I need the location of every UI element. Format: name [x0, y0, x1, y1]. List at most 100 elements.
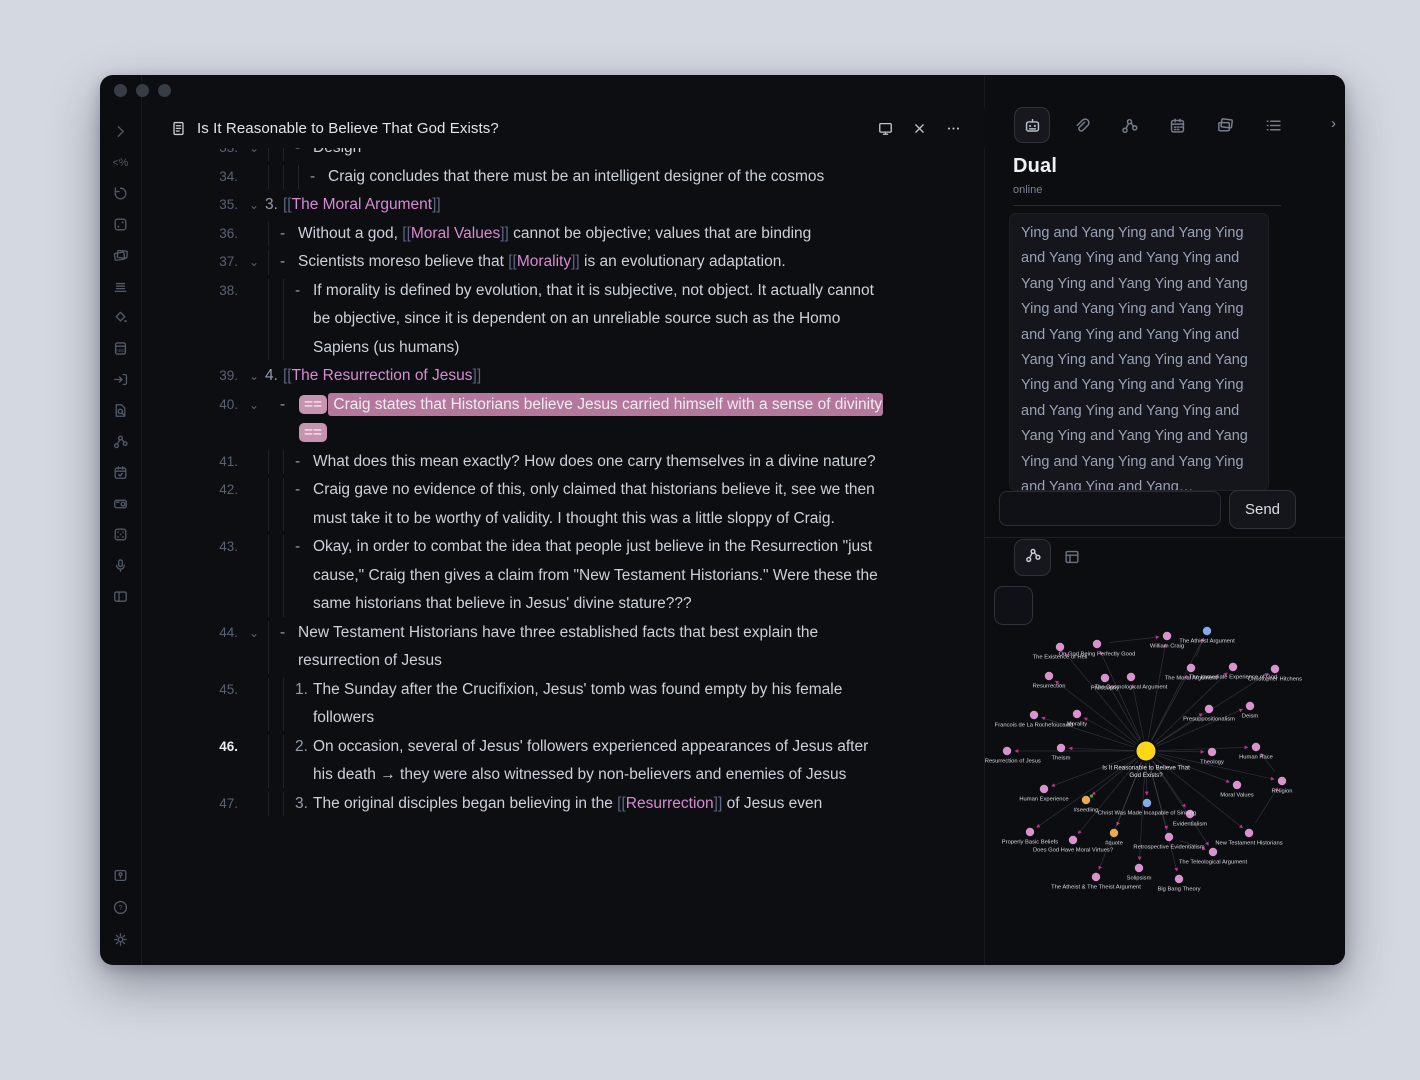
graph-node[interactable] — [1271, 665, 1279, 673]
tab-graph-view[interactable] — [1014, 539, 1051, 576]
graph-node[interactable] — [1252, 743, 1260, 751]
editor-line[interactable]: 45.1.The Sunday after the Crucifixion, J… — [142, 676, 985, 733]
graph-node[interactable] — [1135, 864, 1143, 872]
chevron-right-icon[interactable] — [111, 121, 131, 141]
projector-icon[interactable] — [111, 493, 131, 513]
send-button[interactable]: Send — [1229, 490, 1296, 529]
graph-node[interactable] — [1056, 643, 1064, 651]
line-text: -Design — [263, 148, 903, 163]
editor-line[interactable]: 38.-If morality is defined by evolution,… — [142, 277, 985, 363]
wiki-link[interactable]: Moral Values — [411, 225, 500, 242]
list-icon[interactable] — [1256, 108, 1290, 142]
file-search-icon[interactable] — [111, 400, 131, 420]
editor-line[interactable]: 33.⌄-Design — [142, 148, 985, 163]
zoom-window-button[interactable] — [158, 84, 171, 97]
monitor-icon[interactable] — [875, 118, 895, 138]
dice-icon[interactable] — [111, 524, 131, 544]
graph-node[interactable] — [1229, 663, 1237, 671]
graph-node[interactable] — [1205, 705, 1213, 713]
graph-node[interactable] — [1082, 796, 1090, 804]
graph-node[interactable] — [1203, 627, 1211, 635]
calendar-check-icon[interactable] — [111, 462, 131, 482]
graph-node[interactable] — [1246, 702, 1254, 710]
collapse-chevron-icon[interactable]: ⌄ — [245, 391, 263, 420]
wiki-link[interactable]: Resurrection — [626, 795, 714, 812]
graph-node[interactable] — [1209, 848, 1217, 856]
mic-icon[interactable] — [111, 555, 131, 575]
collapse-chevron-icon[interactable]: ⌄ — [245, 248, 263, 277]
paperclip-icon[interactable] — [1064, 108, 1098, 142]
editor-line[interactable]: 40.⌄-== Craig states that Historians bel… — [142, 391, 985, 448]
history-icon[interactable] — [111, 183, 131, 203]
editor-scroll-area[interactable]: 33.⌄-Design34.-Craig concludes that ther… — [142, 148, 985, 965]
editor-line[interactable]: 41.-What does this mean exactly? How doe… — [142, 448, 985, 477]
graph-node-center[interactable] — [1137, 742, 1156, 761]
editor-line[interactable]: 43.-Okay, in order to combat the idea th… — [142, 533, 985, 619]
editor-line[interactable]: 36.-Without a god, [[Moral Values]] cann… — [142, 220, 985, 249]
graph-node[interactable] — [1127, 673, 1135, 681]
editor-line[interactable]: 46.2.On occasion, several of Jesus' foll… — [142, 733, 985, 790]
printer-icon[interactable] — [111, 276, 131, 296]
bucket-icon[interactable] — [111, 307, 131, 327]
box-dot-icon[interactable] — [111, 214, 131, 234]
graph-node[interactable] — [1175, 875, 1183, 883]
calendar-icon[interactable] — [1160, 108, 1194, 142]
graph-canvas[interactable]: Is It Reasonable to Believe ThatGod Exis… — [985, 618, 1345, 918]
close-icon[interactable] — [909, 118, 929, 138]
collapse-panel-chevron-icon[interactable]: › — [1331, 115, 1336, 132]
import-icon[interactable] — [111, 369, 131, 389]
layout-icon[interactable] — [111, 586, 131, 606]
gear-icon[interactable] — [111, 929, 131, 949]
collapse-chevron-icon[interactable]: ⌄ — [245, 148, 263, 163]
robot-icon[interactable] — [1014, 107, 1050, 143]
help-icon[interactable]: ? — [111, 897, 131, 917]
editor-line[interactable]: 37.⌄-Scientists moreso believe that [[Mo… — [142, 248, 985, 277]
graph-node[interactable] — [1143, 799, 1151, 807]
chat-message[interactable]: Ying and Yang Ying and Yang Ying and Yan… — [1009, 213, 1269, 491]
graph-node[interactable] — [1233, 781, 1241, 789]
editor-line[interactable]: 42.-Craig gave no evidence of this, only… — [142, 476, 985, 533]
graph-node[interactable] — [1110, 829, 1118, 837]
graph-node[interactable] — [1040, 785, 1048, 793]
graph-node[interactable] — [1245, 829, 1253, 837]
vault-icon[interactable] — [111, 865, 131, 885]
dictionary-icon[interactable]: ABC — [111, 338, 131, 358]
graph-node[interactable] — [1101, 674, 1109, 682]
graph-node[interactable] — [1092, 873, 1100, 881]
graph-node[interactable] — [1030, 711, 1038, 719]
graph-node[interactable] — [1278, 777, 1286, 785]
editor-line[interactable]: 35.⌄3.[[The Moral Argument]] — [142, 191, 985, 220]
minimize-window-button[interactable] — [136, 84, 149, 97]
window-controls[interactable] — [114, 84, 171, 97]
graph-node[interactable] — [1165, 833, 1173, 841]
code-percent-icon[interactable]: <% — [111, 152, 131, 172]
collapse-chevron-icon[interactable]: ⌄ — [245, 619, 263, 648]
graph-node[interactable] — [1045, 672, 1053, 680]
editor-line[interactable]: 47.3.The original disciples began believ… — [142, 790, 985, 819]
wiki-link[interactable]: The Moral Argument — [292, 196, 432, 213]
graph-node[interactable] — [1073, 710, 1081, 718]
images-icon[interactable] — [1208, 108, 1242, 142]
graph-icon[interactable] — [111, 431, 131, 451]
more-horizontal-icon[interactable] — [943, 118, 963, 138]
editor-line[interactable]: 44.⌄-New Testament Historians have three… — [142, 619, 985, 676]
graph-node[interactable] — [1057, 744, 1065, 752]
graph-node[interactable] — [1026, 828, 1034, 836]
collapse-chevron-icon[interactable]: ⌄ — [245, 191, 263, 220]
editor-line[interactable]: 34.-Craig concludes that there must be a… — [142, 163, 985, 192]
graph-node[interactable] — [1003, 747, 1011, 755]
close-window-button[interactable] — [114, 84, 127, 97]
wiki-link[interactable]: The Resurrection of Jesus — [292, 367, 473, 384]
collapse-chevron-icon[interactable]: ⌄ — [245, 362, 263, 391]
chat-input[interactable] — [999, 491, 1221, 526]
cards-icon[interactable] — [111, 245, 131, 265]
wiki-link[interactable]: Morality — [517, 253, 571, 270]
graph-icon[interactable] — [1112, 108, 1146, 142]
graph-node[interactable] — [1069, 836, 1077, 844]
tab-table-view[interactable] — [1063, 548, 1081, 566]
graph-node[interactable] — [1093, 640, 1101, 648]
graph-node[interactable] — [1187, 664, 1195, 672]
graph-node[interactable] — [1163, 632, 1171, 640]
editor-line[interactable]: 39.⌄4.[[The Resurrection of Jesus]] — [142, 362, 985, 391]
graph-node[interactable] — [1208, 748, 1216, 756]
